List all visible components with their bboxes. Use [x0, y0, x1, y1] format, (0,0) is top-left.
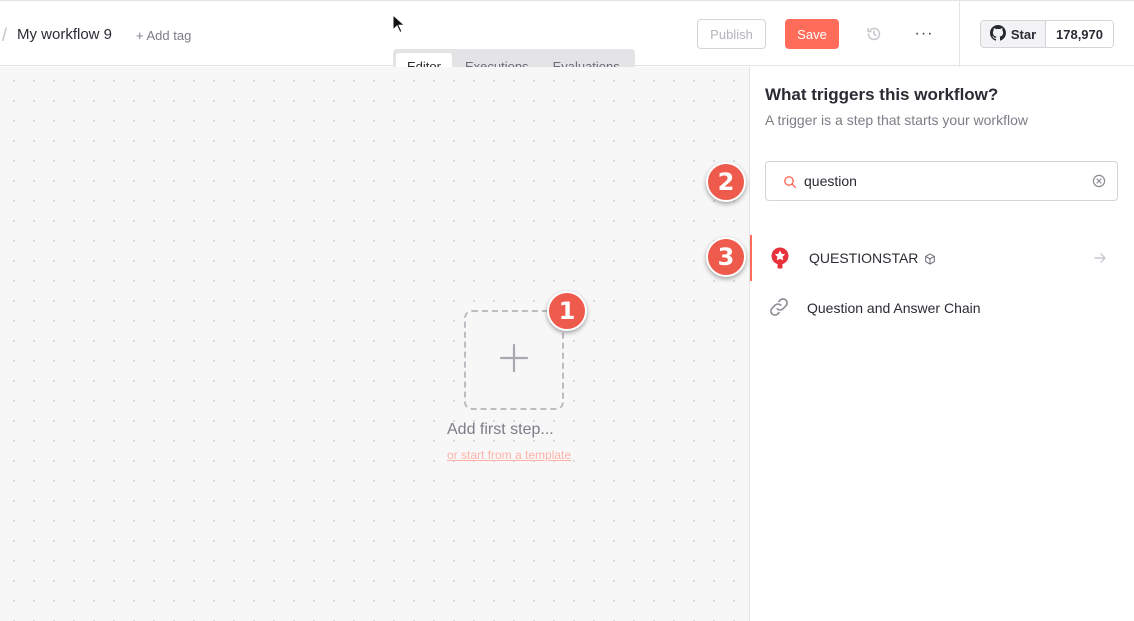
clear-search-icon[interactable]: [1092, 174, 1106, 188]
annotation-badge-2: 2: [706, 162, 746, 202]
plus-icon: [499, 343, 529, 378]
annotation-badge-3: 3: [706, 237, 746, 277]
panel-subtitle: A trigger is a step that starts your wor…: [765, 112, 1028, 128]
github-star-count[interactable]: 178,970: [1046, 21, 1113, 47]
annotation-badge-1: 1: [547, 291, 587, 331]
github-star-label: Star: [1010, 26, 1037, 42]
publish-button[interactable]: Publish: [697, 19, 766, 49]
add-first-step-button[interactable]: [464, 310, 564, 410]
search-icon: [783, 175, 797, 189]
github-icon: [989, 24, 1006, 44]
save-button[interactable]: Save: [785, 19, 839, 49]
result-label: QUESTIONSTAR: [809, 250, 919, 266]
trigger-result-questionstar[interactable]: QUESTIONSTAR: [750, 235, 1134, 281]
questionstar-icon: [768, 246, 792, 270]
header-divider: [959, 1, 960, 67]
link-icon: [768, 296, 792, 320]
mouse-cursor-icon: [392, 13, 406, 34]
trigger-search-input[interactable]: [804, 162, 1084, 200]
add-first-step-label: Add first step...: [447, 421, 554, 438]
workflow-name[interactable]: My workflow 9: [17, 26, 112, 43]
panel-title: What triggers this workflow?: [765, 85, 999, 104]
result-label: Question and Answer Chain: [807, 300, 981, 316]
more-options-icon[interactable]: ···: [913, 24, 935, 44]
add-tag-button[interactable]: + Add tag: [136, 28, 191, 43]
github-star-button[interactable]: Star: [981, 21, 1046, 47]
history-icon[interactable]: [864, 24, 884, 44]
workflow-canvas[interactable]: [0, 67, 749, 621]
github-star-widget[interactable]: Star 178,970: [980, 20, 1114, 48]
community-node-cube-icon: [924, 252, 936, 265]
trigger-panel: [749, 67, 1134, 621]
trigger-search-box: [765, 161, 1118, 201]
trigger-result-qa-chain[interactable]: Question and Answer Chain: [750, 285, 1134, 331]
arrow-right-icon: [1092, 250, 1108, 266]
breadcrumb-separator: /: [2, 25, 8, 45]
start-from-template-link[interactable]: or start from a template: [447, 448, 571, 462]
